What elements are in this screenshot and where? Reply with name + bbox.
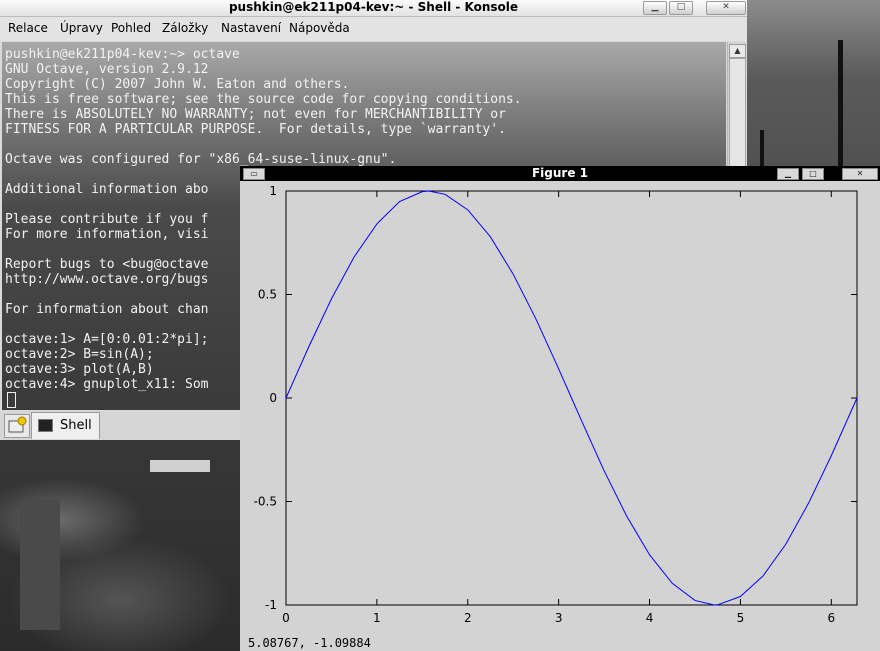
tree-silhouette xyxy=(838,40,843,180)
cursor-coordinates: 5.08767, -1.09884 xyxy=(248,636,371,650)
y-tick-label: -0.5 xyxy=(254,495,277,509)
terminal-line: There is ABSOLUTELY NO WARRANTY; not eve… xyxy=(5,107,506,122)
terminal-line: FITNESS FOR A PARTICULAR PURPOSE. For de… xyxy=(5,122,506,137)
scroll-up-icon[interactable]: ▲ xyxy=(729,44,746,58)
terminal-line: Please contribute if you f xyxy=(5,212,209,227)
terminal-line: octave:4> gnuplot_x11: Som xyxy=(5,377,209,392)
x-tick-label: 3 xyxy=(555,611,563,625)
terminal-line: GNU Octave, version 2.9.12 xyxy=(5,62,209,77)
series-line xyxy=(285,190,858,606)
tab-shell[interactable]: Shell xyxy=(31,412,100,439)
figure-titlebar[interactable]: Figure 1 ▭ ▁ □ ✕ xyxy=(240,166,880,181)
maximize-button[interactable]: □ xyxy=(802,168,824,180)
minimize-button[interactable]: ▁ xyxy=(643,1,667,15)
terminal-line: For information about chan xyxy=(5,302,209,317)
x-tick-label: 1 xyxy=(373,611,381,625)
minimize-button[interactable]: ▁ xyxy=(777,168,799,180)
maximize-button[interactable]: □ xyxy=(669,1,693,15)
figure-window: Figure 1 ▭ ▁ □ ✕ 0 1 2 3 4 5 6 1 0.5 0 -0.5 -1 5.08… xyxy=(240,166,880,651)
y-tick-label: -1 xyxy=(265,598,277,612)
tab-label: Shell xyxy=(60,418,92,433)
terminal-icon xyxy=(38,419,53,432)
terminal-line: Copyright (C) 2007 John W. Eaton and oth… xyxy=(5,77,350,92)
konsole-titlebar[interactable]: pushkin@ek211p04-kev:~ - Shell - Konsole… xyxy=(0,0,747,17)
menu-zalozky[interactable]: Záložky xyxy=(162,21,208,35)
terminal-line: octave:1> A=[0:0.01:2*pi]; xyxy=(5,332,209,347)
terminal-line: http://www.octave.org/bugs xyxy=(5,272,209,287)
x-tick-label: 4 xyxy=(646,611,654,625)
y-tick-label: 1 xyxy=(269,184,277,198)
plot-canvas[interactable]: 0 1 2 3 4 5 6 1 0.5 0 -0.5 -1 xyxy=(240,181,880,636)
terminal-line: octave:3> plot(A,B) xyxy=(5,362,154,377)
x-tick-label: 5 xyxy=(737,611,745,625)
menu-nastaveni[interactable]: Nastavení xyxy=(221,21,281,35)
terminal-line: pushkin@ek211p04-kev:~> octave xyxy=(5,47,240,62)
x-tick-label: 0 xyxy=(282,611,290,625)
terminal-line: Octave was configured for "x86_64-suse-l… xyxy=(5,152,397,167)
close-button[interactable]: ✕ xyxy=(706,1,746,15)
tree-stump xyxy=(20,500,60,630)
tree-silhouette xyxy=(150,460,210,472)
close-button[interactable]: ✕ xyxy=(842,168,878,180)
x-tick-label: 6 xyxy=(827,611,835,625)
menu-pohled[interactable]: Pohled xyxy=(111,21,151,35)
terminal-line: Additional information abo xyxy=(5,182,209,197)
y-tick-label: 0 xyxy=(269,391,277,405)
terminal-line: Report bugs to <bug@octave xyxy=(5,257,209,272)
new-tab-icon[interactable] xyxy=(4,414,30,438)
menu-relace[interactable]: Relace xyxy=(8,21,48,35)
terminal-cursor xyxy=(7,392,16,408)
menu-bar: Relace Úpravy Pohled Záložky Nastavení N… xyxy=(0,17,747,41)
y-tick-label: 0.5 xyxy=(258,288,277,302)
window-title: pushkin@ek211p04-kev:~ - Shell - Konsole xyxy=(228,0,519,14)
window-menu-icon[interactable]: ▭ xyxy=(243,168,265,180)
terminal-line: octave:2> B=sin(A); xyxy=(5,347,154,362)
terminal-line: For more information, visi xyxy=(5,227,209,242)
menu-napoveda[interactable]: Nápověda xyxy=(289,21,350,35)
menu-upravy[interactable]: Úpravy xyxy=(60,21,103,35)
terminal-line: This is free software; see the source co… xyxy=(5,92,522,107)
x-tick-label: 2 xyxy=(464,611,472,625)
